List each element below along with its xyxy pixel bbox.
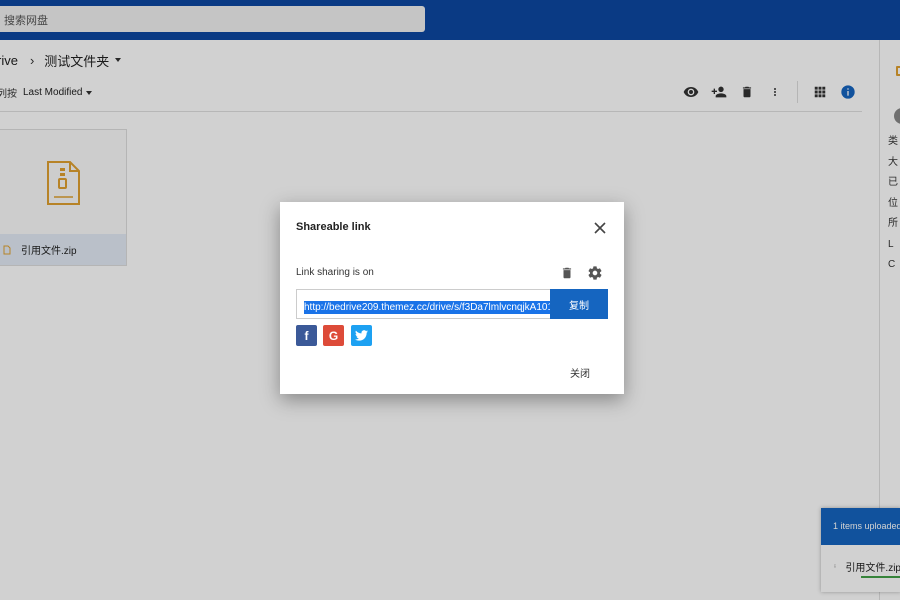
facebook-icon[interactable]: f: [296, 325, 317, 346]
google-icon[interactable]: G: [323, 325, 344, 346]
copy-button[interactable]: 复制: [550, 289, 608, 319]
link-sharing-status: Link sharing is on: [296, 267, 374, 278]
close-button[interactable]: 关闭: [570, 365, 590, 380]
share-link-text: http://bedrive209.themez.cc/drive/s/f3Da…: [304, 301, 550, 314]
close-icon[interactable]: [593, 221, 607, 235]
twitter-icon[interactable]: [351, 325, 372, 346]
gear-icon[interactable]: [587, 265, 603, 286]
trash-icon[interactable]: [560, 265, 574, 286]
share-link-input[interactable]: http://bedrive209.themez.cc/drive/s/f3Da…: [296, 289, 550, 319]
dialog-title: Shareable link: [296, 221, 371, 233]
share-dialog: Shareable link Link sharing is on http:/…: [280, 202, 624, 394]
